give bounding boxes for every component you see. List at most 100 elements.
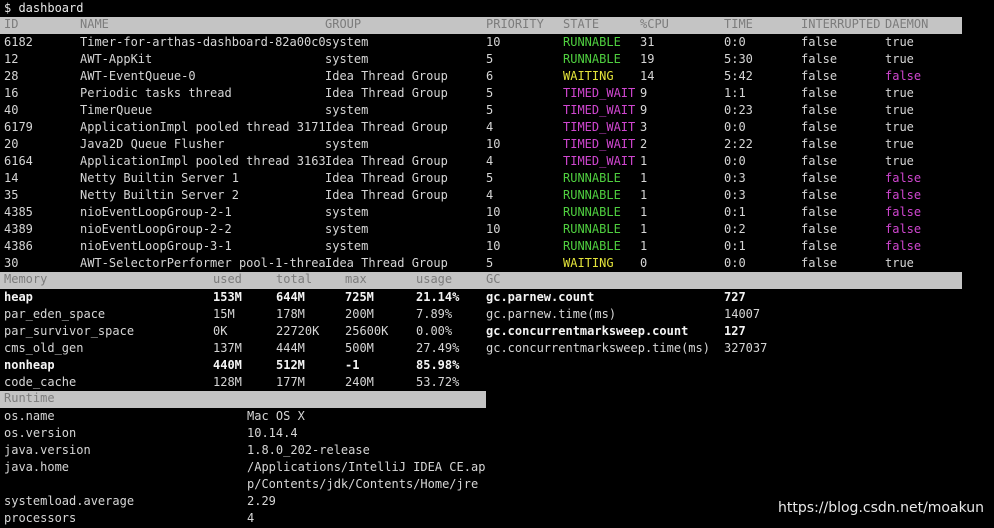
- thread-priority: 5: [486, 52, 494, 66]
- thread-priority: 4: [486, 154, 494, 168]
- runtime-value: 1.8.0_202-release: [247, 443, 370, 457]
- thread-daemon: true: [885, 137, 914, 151]
- thread-time: 5:42: [724, 69, 753, 83]
- thread-id: 4389: [4, 222, 33, 236]
- thread-group: system: [325, 137, 369, 151]
- thread-state: TIMED_WAIT: [563, 137, 636, 151]
- runtime-key: os.version: [4, 426, 77, 440]
- thread-group: Idea Thread Group: [325, 69, 448, 83]
- runtime-value: p/Contents/jdk/Contents/Home/jre: [247, 477, 479, 491]
- thread-state: WAITING: [563, 69, 614, 83]
- thread-cpu: 2: [640, 137, 648, 151]
- thread-interrupted: false: [801, 188, 838, 202]
- thread-priority: 6: [486, 69, 494, 83]
- runtime-header: Runtime: [4, 391, 55, 405]
- thread-priority: 5: [486, 103, 494, 117]
- memory-max: 240M: [345, 375, 374, 389]
- runtime-value: 10.14.4: [247, 426, 298, 440]
- memory-used: 440M: [213, 358, 242, 372]
- memory-used: 128M: [213, 375, 242, 389]
- thread-daemon: true: [885, 86, 914, 100]
- memory-total: 512M: [276, 358, 305, 372]
- thread-id: 20: [4, 137, 19, 151]
- memory-total: 444M: [276, 341, 305, 355]
- thread-time: 2:22: [724, 137, 753, 151]
- thread-daemon: true: [885, 154, 914, 168]
- memory-used: 0K: [213, 324, 228, 338]
- thread-time: 0:0: [724, 120, 746, 134]
- thread-group: Idea Thread Group: [325, 256, 448, 270]
- memory-name: par_survivor_space: [4, 324, 135, 338]
- thread-priority: 10: [486, 222, 501, 236]
- runtime-key: systemload.average: [4, 494, 135, 508]
- memory-max: 25600K: [345, 324, 389, 338]
- thread-time: 0:3: [724, 171, 746, 185]
- thread-state: WAITING: [563, 256, 614, 270]
- thread-interrupted: false: [801, 137, 838, 151]
- memory-usage: 27.49%: [416, 341, 460, 355]
- thread-name: Java2D Queue Flusher: [80, 137, 225, 151]
- thread-cpu: 0: [640, 256, 648, 270]
- gc-metric-name: gc.parnew.time(ms): [486, 307, 617, 321]
- thread-interrupted: false: [801, 256, 838, 270]
- thread-cpu: 31: [640, 35, 655, 49]
- memory-name: par_eden_space: [4, 307, 106, 321]
- thread-interrupted: false: [801, 154, 838, 168]
- thread-state: TIMED_WAIT: [563, 103, 636, 117]
- thread-interrupted: false: [801, 120, 838, 134]
- thread-interrupted: false: [801, 86, 838, 100]
- memory-name: code_cache: [4, 375, 77, 389]
- gc-metric-value: 14007: [724, 307, 761, 321]
- thread-cpu: 1: [640, 188, 648, 202]
- mem-max-header: max: [345, 272, 367, 286]
- thread-id: 40: [4, 103, 19, 117]
- thread-id: 35: [4, 188, 19, 202]
- thread-group: Idea Thread Group: [325, 154, 448, 168]
- thread-daemon: false: [885, 69, 922, 83]
- memory-used: 15M: [213, 307, 235, 321]
- thread-interrupted: false: [801, 171, 838, 185]
- thread-group: Idea Thread Group: [325, 171, 448, 185]
- thread-interrupted: false: [801, 52, 838, 66]
- thread-daemon: false: [885, 239, 922, 253]
- thread-group: system: [325, 239, 369, 253]
- thread-interrupted: false: [801, 205, 838, 219]
- col-name-header: NAME: [80, 17, 109, 31]
- thread-group: system: [325, 222, 369, 236]
- thread-table-header: ID NAME GROUP PRIORITY STATE %CPU TIME I…: [0, 17, 962, 34]
- thread-group: system: [325, 52, 369, 66]
- memory-max: 500M: [345, 341, 374, 355]
- thread-name: ApplicationImpl pooled thread 3163: [80, 154, 326, 168]
- memory-header: Memory: [4, 272, 48, 286]
- thread-id: 6182: [4, 35, 33, 49]
- thread-group: Idea Thread Group: [325, 86, 448, 100]
- command-prompt: $ dashboard: [4, 1, 84, 15]
- gc-header: GC: [486, 272, 501, 286]
- memory-usage: 21.14%: [416, 290, 460, 304]
- thread-state: RUNNABLE: [563, 171, 621, 185]
- memory-usage: 53.72%: [416, 375, 460, 389]
- thread-id: 12: [4, 52, 19, 66]
- thread-state: RUNNABLE: [563, 239, 621, 253]
- thread-state: TIMED_WAIT: [563, 120, 636, 134]
- thread-daemon: false: [885, 188, 922, 202]
- runtime-key: java.version: [4, 443, 91, 457]
- col-id-header: ID: [4, 17, 19, 31]
- thread-daemon: false: [885, 205, 922, 219]
- thread-priority: 5: [486, 256, 494, 270]
- thread-name: ApplicationImpl pooled thread 3171: [80, 120, 326, 134]
- thread-cpu: 9: [640, 103, 648, 117]
- thread-daemon: false: [885, 171, 922, 185]
- memory-max: -1: [345, 358, 360, 372]
- thread-name: nioEventLoopGroup-3-1: [80, 239, 232, 253]
- watermark: https://blog.csdn.net/moakun: [778, 500, 984, 516]
- memory-used: 153M: [213, 290, 242, 304]
- thread-time: 0:23: [724, 103, 753, 117]
- thread-cpu: 9: [640, 86, 648, 100]
- thread-time: 0:0: [724, 256, 746, 270]
- col-interrupted-header: INTERRUPTED: [801, 17, 881, 31]
- runtime-key: processors: [4, 511, 77, 525]
- gc-metric-value: 327037: [724, 341, 768, 355]
- thread-state: RUNNABLE: [563, 52, 621, 66]
- memory-gc-header: Memory used total max usage GC: [0, 272, 962, 289]
